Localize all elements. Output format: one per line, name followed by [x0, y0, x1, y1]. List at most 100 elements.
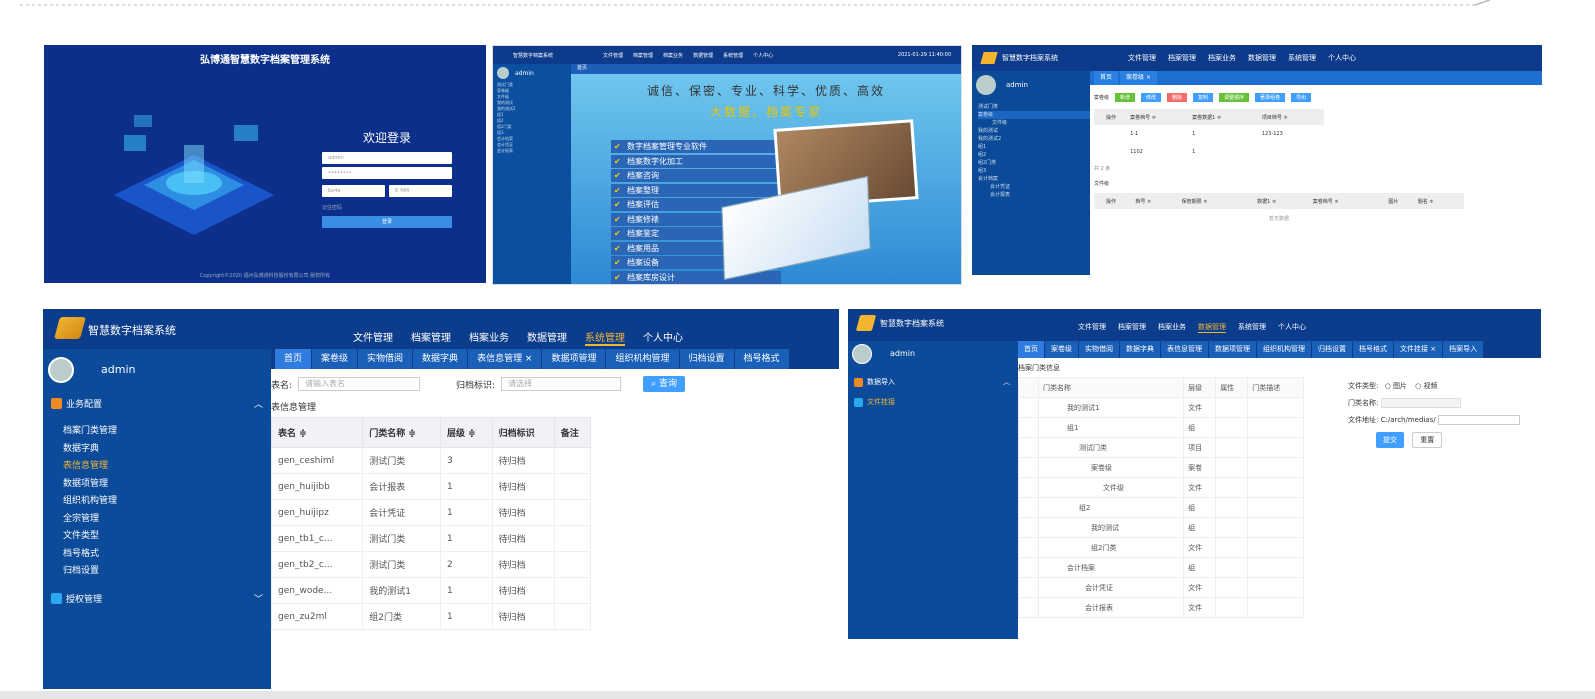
- p5-nav[interactable]: 档案业务: [1158, 322, 1186, 333]
- submit-button[interactable]: 提交: [1376, 432, 1404, 448]
- p5-nav-active[interactable]: 数据管理: [1198, 322, 1226, 333]
- tab[interactable]: 实物借阅: [1079, 341, 1119, 358]
- p3-btn[interactable]: 新增: [1115, 92, 1136, 102]
- tab[interactable]: 数据字典: [413, 349, 468, 369]
- p2-nav-1[interactable]: 文件管理: [603, 52, 623, 59]
- p3-tab[interactable]: 案卷级 ×: [1120, 71, 1157, 85]
- table-row[interactable]: gen_zu2ml 组2门类 1 待归档: [270, 603, 592, 630]
- tab[interactable]: 档案导入: [1443, 341, 1484, 358]
- tab-active[interactable]: 表信息管理 ×: [468, 349, 542, 369]
- tab[interactable]: 首页: [1018, 341, 1044, 358]
- captcha-image[interactable]: 6 ₰ϑ4: [389, 185, 452, 197]
- p3-side-item[interactable]: 会计报表: [978, 191, 1090, 199]
- tree-row[interactable]: 文件级 文件: [1018, 477, 1304, 498]
- p4-sub-item-active[interactable]: 表信息管理: [63, 458, 108, 471]
- p5-nav[interactable]: 个人中心: [1278, 322, 1306, 333]
- path-input[interactable]: [1437, 415, 1520, 425]
- p3-nav[interactable]: 档案管理: [1168, 53, 1196, 63]
- tab[interactable]: 归档设置: [679, 349, 734, 369]
- tab[interactable]: 数据字典: [1120, 341, 1160, 358]
- username-field[interactable]: admin: [322, 152, 452, 164]
- p2-nav-6[interactable]: 个人中心: [753, 52, 773, 59]
- tree-row[interactable]: 我的测试组: [1018, 517, 1304, 538]
- p3-btn[interactable]: 著录组卷: [1255, 92, 1286, 102]
- p3-side-item[interactable]: 组3: [978, 167, 1090, 175]
- table-row[interactable]: gen_wode... 我的测试1 1 待归档: [270, 577, 592, 604]
- tab[interactable]: 案卷级: [1045, 341, 1078, 358]
- p4-nav-business[interactable]: 档案业务: [469, 329, 509, 346]
- p3-side-item[interactable]: 组2: [978, 151, 1090, 159]
- p4-sub-item[interactable]: 文件类型: [63, 528, 99, 541]
- p3-btn[interactable]: 导出: [1291, 92, 1312, 102]
- p2-nav-5[interactable]: 系统管理: [723, 52, 743, 59]
- p4-sub-item[interactable]: 档案门类管理: [63, 423, 117, 436]
- p3-btn[interactable]: 修改: [1141, 92, 1162, 102]
- p2-nav-3[interactable]: 档案业务: [663, 52, 683, 59]
- p3-tab[interactable]: 首页: [1094, 71, 1119, 85]
- p3-side-item[interactable]: 文件级: [978, 119, 1090, 127]
- tree-row[interactable]: 我的测试1 文件: [1018, 397, 1304, 418]
- radio-image[interactable]: ○ 图片: [1385, 382, 1407, 390]
- password-field[interactable]: ••••••••: [322, 167, 452, 179]
- p4-section-business[interactable]: 业务配置 ︿: [51, 397, 263, 410]
- tab[interactable]: 表信息管理: [1161, 341, 1208, 358]
- th-level[interactable]: 层级 ≑: [439, 417, 493, 448]
- p2-tab[interactable]: 首页: [571, 64, 961, 74]
- p4-nav-data[interactable]: 数据管理: [527, 329, 567, 346]
- p3-side-item[interactable]: 我的测试2: [978, 135, 1090, 143]
- p3-nav[interactable]: 文件管理: [1128, 53, 1156, 63]
- p2-nav-4[interactable]: 数据管理: [693, 52, 713, 59]
- tree-row[interactable]: 会计报表 文件: [1018, 597, 1304, 618]
- tab[interactable]: 数据项管理: [542, 349, 606, 369]
- tab[interactable]: 组织机构管理: [1257, 341, 1311, 358]
- tab[interactable]: 档号格式: [1353, 341, 1393, 358]
- p4-sub-item[interactable]: 数据字典: [63, 441, 99, 454]
- th-table-name[interactable]: 表名 ≑: [270, 417, 364, 448]
- p2-nav-2[interactable]: 档案管理: [633, 52, 653, 59]
- p3-side-item[interactable]: 会计凭证: [978, 183, 1090, 191]
- tree-row[interactable]: 组2门类 文件: [1018, 537, 1304, 558]
- p3-side-item[interactable]: 组1: [978, 143, 1090, 151]
- p4-sub-item[interactable]: 全宗管理: [63, 511, 99, 524]
- table-row[interactable]: gen_tb1_c... 测试门类 1 待归档: [270, 525, 592, 552]
- p3-nav[interactable]: 档案业务: [1208, 53, 1236, 63]
- p4-nav-file[interactable]: 文件管理: [353, 329, 393, 346]
- p5-nav[interactable]: 系统管理: [1238, 322, 1266, 333]
- p5-item-attach[interactable]: 文件挂接: [854, 397, 895, 407]
- p4-section-auth[interactable]: 授权管理 ﹀: [51, 592, 263, 605]
- p3-side-item[interactable]: 案卷级: [978, 111, 1090, 119]
- p3-side-item[interactable]: 会计档案: [978, 175, 1090, 183]
- archive-flag-select[interactable]: 请选择: [501, 377, 622, 391]
- p4-nav-archive[interactable]: 档案管理: [411, 329, 451, 346]
- tab[interactable]: 档号格式: [734, 349, 789, 369]
- p4-nav-system[interactable]: 系统管理: [585, 329, 625, 346]
- query-button[interactable]: ⌕ 查询: [643, 376, 686, 392]
- tree-row[interactable]: 组1 组: [1018, 417, 1304, 438]
- table-name-input[interactable]: 请输入表名: [298, 377, 421, 391]
- p3-btn[interactable]: 删除: [1167, 92, 1188, 102]
- tab[interactable]: 组织机构管理: [606, 349, 679, 369]
- tab[interactable]: 数据项管理: [1209, 341, 1256, 358]
- tree-row[interactable]: 会计凭证 文件: [1018, 577, 1304, 598]
- tree-row[interactable]: 案卷级 案卷: [1018, 457, 1304, 478]
- p4-sub-item[interactable]: 档号格式: [63, 546, 99, 559]
- table-row[interactable]: gen_huijipz 会计凭证 1 待归档: [270, 499, 592, 526]
- p4-sub-item[interactable]: 归档设置: [63, 563, 99, 576]
- captcha-field[interactable]: bx4e: [322, 185, 385, 197]
- p4-nav-personal[interactable]: 个人中心: [643, 329, 683, 346]
- p3-nav[interactable]: 系统管理: [1288, 53, 1316, 63]
- p3-nav[interactable]: 数据管理: [1248, 53, 1276, 63]
- tree-row[interactable]: 组2 组: [1018, 497, 1304, 518]
- p5-nav[interactable]: 档案管理: [1118, 322, 1146, 333]
- reset-button[interactable]: 重置: [1412, 432, 1443, 448]
- tab[interactable]: 案卷级: [312, 349, 358, 369]
- table-row[interactable]: gen_tb2_c... 测试门类 2 待归档: [270, 551, 592, 578]
- radio-video[interactable]: ○ 视频: [1415, 382, 1437, 390]
- p4-sub-item[interactable]: 数据项管理: [63, 476, 108, 489]
- p3-side-item[interactable]: 组2门类: [978, 159, 1090, 167]
- tab-home[interactable]: 首页: [275, 349, 312, 369]
- tree-row[interactable]: 测试门类 项目: [1018, 437, 1304, 458]
- category-name-input[interactable]: [1380, 398, 1461, 408]
- table-row[interactable]: gen_ceshiml 测试门类 3 待归档: [270, 447, 592, 474]
- tab[interactable]: 实物借阅: [358, 349, 413, 369]
